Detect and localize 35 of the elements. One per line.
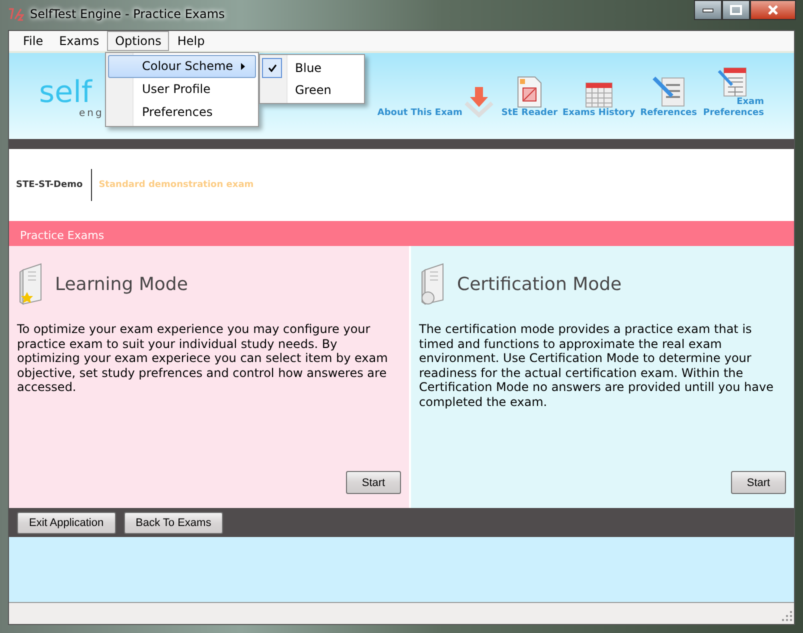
document-pen-icon	[652, 76, 686, 108]
menu-entry[interactable]: Blue	[295, 61, 322, 75]
minimize-button[interactable]	[694, 0, 722, 20]
menu-entry[interactable]: Green	[295, 83, 332, 97]
action-button[interactable]: Exit Application	[17, 512, 116, 534]
calendar-icon	[584, 82, 613, 108]
mode-description: The certification mode provides a practice exam that is timed and functions to approximate the real exam environment. Use Certification Mode to determine your readiness for the actual certification exam. Within the Certification Mode no answers are provided untill you have completed the exam.	[419, 322, 774, 409]
start-button[interactable]: Start	[731, 471, 786, 494]
exam-description: Standard demonstration exam	[98, 180, 254, 190]
calendar-pen-icon	[718, 65, 748, 97]
exam-code: STE-ST-Demo	[16, 169, 92, 201]
close-icon	[767, 5, 779, 15]
menu-item[interactable]: File	[15, 31, 52, 51]
maximize-button[interactable]	[722, 0, 750, 20]
maximize-icon	[730, 5, 742, 15]
app-icon	[8, 7, 24, 21]
menu-entry[interactable]: Colour Scheme	[108, 55, 256, 78]
menu-item[interactable]: Exams	[51, 31, 108, 51]
close-button[interactable]	[750, 0, 796, 20]
window-title: SelfTest Engine - Practice Exams	[30, 7, 225, 21]
action-button[interactable]: Back To Exams	[124, 512, 224, 534]
section-header: Practice Exams	[9, 221, 794, 246]
submenu-arrow-icon	[241, 63, 245, 70]
logo-text: self	[39, 77, 92, 109]
mode-description: To optimize your exam experience you may configure your practice exam to suit your individual study needs. By optimizing your exam experiece you can select item by exam objective, set study prefrences and control how answeres are accessed.	[17, 322, 389, 394]
document-icon	[515, 76, 544, 108]
menu-item[interactable]: Help	[169, 31, 213, 51]
minimize-icon	[702, 7, 714, 13]
menu-item[interactable]: Options	[107, 31, 170, 51]
mode-title: Certification Mode	[457, 274, 622, 294]
mode-title: Learning Mode	[55, 274, 188, 294]
logo-subtext: eng	[79, 109, 105, 119]
start-button[interactable]: Start	[346, 471, 401, 494]
menu-entry[interactable]: User Profile	[108, 78, 256, 101]
menu-entry[interactable]: Preferences	[108, 101, 256, 124]
